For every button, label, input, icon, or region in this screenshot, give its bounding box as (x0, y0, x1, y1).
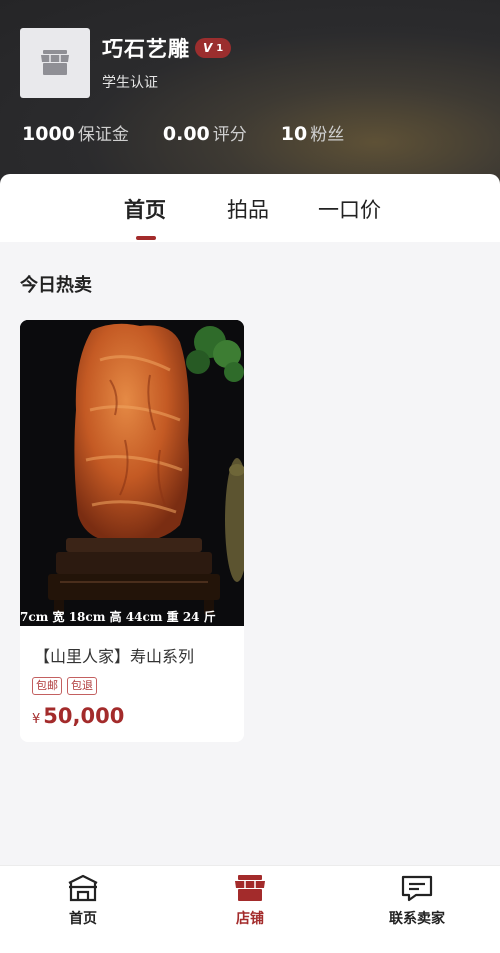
store-icon (235, 875, 265, 901)
stat-value: 0.00 (162, 123, 210, 145)
stat-value: 1000 (22, 123, 75, 145)
level-badge: V 1 (195, 38, 232, 58)
nav-home[interactable]: 首页 (23, 874, 143, 928)
product-image[interactable]: 7cm 宽 18cm 高 44cm 重 24 斤 (20, 320, 244, 626)
tag-free-shipping: 包邮 (32, 677, 62, 695)
carved-stone-picture (20, 320, 244, 626)
bottom-nav: 首页 店铺 联系卖家 (0, 865, 500, 953)
currency-symbol: ¥ (32, 712, 41, 727)
stat-followers[interactable]: 10 粉丝 (281, 120, 344, 145)
shop-avatar[interactable] (20, 28, 90, 98)
tab-home[interactable]: 首页 (124, 194, 166, 224)
shop-header: 巧石艺雕 V 1 学生认证 1000 保证金 0.00 评分 10 粉丝 (0, 0, 500, 190)
shop-name: 巧石艺雕 (102, 37, 190, 61)
nav-label: 首页 (69, 911, 97, 927)
message-icon (401, 875, 433, 902)
price-value: 50,000 (43, 704, 125, 728)
image-caption: 7cm 宽 18cm 高 44cm 重 24 斤 (20, 610, 216, 624)
section-title: 今日热卖 (20, 275, 92, 296)
stat-label: 粉丝 (310, 125, 345, 145)
product-price: ¥ 50,000 (32, 704, 124, 728)
stat-value: 10 (280, 123, 308, 145)
tab-auction[interactable]: 拍品 (227, 194, 269, 224)
product-title[interactable]: 【山里人家】寿山系列 (34, 643, 194, 667)
shop-stats: 1000 保证金 0.00 评分 10 粉丝 (22, 120, 378, 145)
active-tab-indicator (136, 236, 156, 240)
product-tags: 包邮 包退 (32, 677, 97, 695)
stat-rating: 0.00 评分 (163, 120, 247, 145)
stat-label: 评分 (212, 125, 247, 145)
home-icon (68, 874, 98, 902)
stat-deposit: 1000 保证金 (22, 120, 129, 145)
nav-contact-seller[interactable]: 联系卖家 (357, 874, 477, 928)
tab-bar: 首页 拍品 一口价 (0, 174, 500, 242)
level-number: 1 (216, 42, 224, 54)
nav-store[interactable]: 店铺 (190, 874, 310, 928)
stat-label: 保证金 (77, 125, 129, 145)
store-icon (41, 50, 69, 75)
nav-label: 店铺 (236, 911, 264, 927)
level-prefix: V (203, 41, 213, 55)
product-card[interactable]: 7cm 宽 18cm 高 44cm 重 24 斤 【山里人家】寿山系列 包邮 包… (20, 320, 244, 742)
nav-label: 联系卖家 (389, 911, 445, 927)
tag-returnable: 包退 (67, 677, 97, 695)
certification-label: 学生认证 (102, 75, 158, 91)
tab-fixed-price[interactable]: 一口价 (318, 194, 381, 224)
